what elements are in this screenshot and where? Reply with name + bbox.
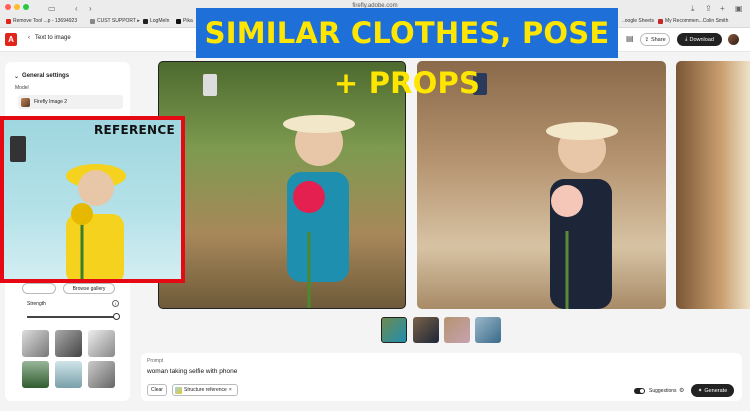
bookmark-item[interactable]: LogMeIn <box>143 18 169 24</box>
adobe-logo[interactable]: A <box>5 33 17 46</box>
strength-label: Strength <box>27 301 46 307</box>
download-icon[interactable]: ⤓ <box>691 4 695 14</box>
clear-button[interactable]: Clear <box>147 384 167 396</box>
close-window-icon[interactable] <box>5 4 11 10</box>
bookmark-item[interactable]: CUST SUPPORT ▸ <box>90 18 140 24</box>
suggestions-toggle[interactable] <box>634 388 645 394</box>
generated-image-3[interactable] <box>676 61 750 309</box>
browse-gallery-button[interactable]: Browse gallery <box>63 283 115 294</box>
prompt-panel: Prompt woman taking selfie with phone Cl… <box>141 353 742 401</box>
prompt-input[interactable]: woman taking selfie with phone <box>147 368 237 375</box>
model-thumbnail <box>21 97 30 107</box>
variation-thumbnail[interactable] <box>475 317 501 343</box>
chevron-left-icon: ‹ <box>28 35 30 41</box>
close-icon[interactable]: × <box>229 387 232 393</box>
reference-image-overlay: REFERENCE <box>0 116 185 283</box>
bookmark-favicon-icon <box>176 18 181 24</box>
share-icon[interactable]: ⇪ <box>705 4 712 13</box>
back-to-text-to-image[interactable]: ‹ Text to image <box>28 35 71 41</box>
structure-reference-chip[interactable]: Structure reference × <box>172 384 238 396</box>
bookmark-item[interactable]: Remove Tool ...p - 13694923 <box>6 18 77 24</box>
title-banner: SIMILAR CLOTHES, POSE + PROPS <box>196 8 618 100</box>
style-thumbnail[interactable] <box>88 330 115 357</box>
chevron-down-icon: ⌄ <box>14 74 20 80</box>
folder-icon <box>90 18 95 24</box>
tab-overview-icon[interactable]: ▣ <box>735 4 743 13</box>
generate-button[interactable]: ✦ Generate <box>691 384 734 397</box>
new-tab-icon[interactable]: + <box>720 4 725 13</box>
comment-icon[interactable]: ▤ <box>626 34 634 43</box>
bookmark-favicon-icon <box>6 18 11 24</box>
model-label: Model <box>15 85 29 91</box>
forward-arrow-icon[interactable]: › <box>89 4 92 13</box>
model-selector[interactable]: Firefly Image 2 <box>18 95 123 109</box>
style-thumbnail[interactable] <box>22 361 49 388</box>
back-arrow-icon[interactable]: ‹ <box>75 4 78 13</box>
strength-slider-track[interactable] <box>27 316 114 318</box>
style-thumbnail[interactable] <box>88 361 115 388</box>
reference-woman-image <box>10 136 126 279</box>
bookmark-item[interactable]: My Recommen...Colin Smith <box>658 18 728 24</box>
general-settings-header[interactable]: ⌄ General settings <box>14 73 69 80</box>
variation-thumbnail[interactable] <box>444 317 470 343</box>
share-button[interactable]: ⇪ Share <box>640 33 670 46</box>
prompt-label: Prompt <box>147 358 164 364</box>
settings-sliders-icon[interactable]: ⚙ <box>679 387 684 394</box>
variation-thumbnail[interactable] <box>381 317 407 343</box>
bookmark-item[interactable]: Pika <box>176 18 193 24</box>
style-thumbnail[interactable] <box>55 361 82 388</box>
structure-reference-thumbnail <box>175 386 182 394</box>
info-icon[interactable]: i <box>112 300 119 307</box>
strength-slider-handle[interactable] <box>113 313 120 320</box>
style-thumbnail[interactable] <box>55 330 82 357</box>
sparkle-icon: ✦ <box>697 387 703 394</box>
variation-thumbnail[interactable] <box>413 317 439 343</box>
maximize-window-icon[interactable] <box>23 4 29 10</box>
bookmark-favicon-icon <box>658 18 663 24</box>
bookmark-item[interactable]: ..oogle Sheets <box>622 18 654 24</box>
download-icon: ⤓ <box>685 36 688 42</box>
sidebar-toggle-icon[interactable]: ▭ <box>48 4 56 13</box>
suggestions-label: Suggestions <box>649 388 677 394</box>
upload-image-button[interactable] <box>22 283 56 294</box>
bookmark-favicon-icon <box>143 18 148 24</box>
style-thumbnail[interactable] <box>22 330 49 357</box>
download-button[interactable]: ⤓ Download <box>677 33 722 46</box>
minimize-window-icon[interactable] <box>14 4 20 10</box>
share-icon: ⇪ <box>644 36 649 43</box>
avatar[interactable] <box>728 34 739 45</box>
